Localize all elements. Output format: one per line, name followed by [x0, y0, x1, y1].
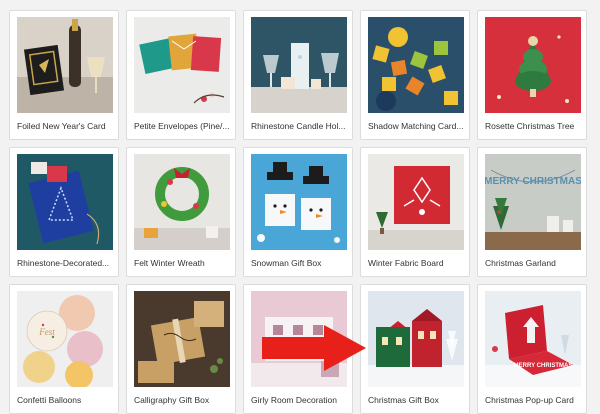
christmas-gift-box-image[interactable] — [368, 291, 464, 387]
envelopes-image[interactable] — [134, 17, 230, 113]
product-title[interactable]: Rosette Christmas Tree — [485, 120, 583, 132]
product-title[interactable]: Petite Envelopes (Pine/... — [134, 120, 232, 132]
product-card[interactable]: Petite Envelopes (Pine/... — [126, 10, 236, 140]
wreath-image[interactable] — [134, 154, 230, 250]
popup-card-text: MERRY CHRISTMAS — [514, 363, 573, 369]
garland-image[interactable]: MERRY CHRISTMAS — [485, 154, 581, 250]
product-card[interactable]: Winter Fabric Board — [360, 147, 470, 277]
product-title[interactable]: Girly Room Decoration — [251, 394, 349, 406]
product-card[interactable]: Rhinestone-Decorated... — [9, 147, 119, 277]
balloons-image[interactable]: Fest — [17, 291, 113, 387]
product-card[interactable]: Rhinestone Candle Hol... — [243, 10, 353, 140]
red-arrow-icon — [262, 325, 366, 371]
product-title[interactable]: Foiled New Year's Card — [17, 120, 115, 132]
gift-box-image[interactable] — [134, 291, 230, 387]
product-card[interactable]: Shadow Matching Card... — [360, 10, 470, 140]
product-title[interactable]: Christmas Garland — [485, 257, 583, 269]
product-title[interactable]: Rhinestone-Decorated... — [17, 257, 115, 269]
rhinestone-card-image[interactable] — [17, 154, 113, 250]
product-card[interactable]: Foiled New Year's Card — [9, 10, 119, 140]
snowman-box-image[interactable] — [251, 154, 347, 250]
product-title[interactable]: Felt Winter Wreath — [134, 257, 232, 269]
product-card[interactable]: MERRY CHRISTMAS Christmas Garland — [477, 147, 587, 277]
product-title[interactable]: Winter Fabric Board — [368, 257, 466, 269]
product-title[interactable]: Shadow Matching Card... — [368, 120, 466, 132]
product-card[interactable]: Rosette Christmas Tree — [477, 10, 587, 140]
popup-card-image[interactable]: MERRY CHRISTMAS — [485, 291, 581, 387]
product-card[interactable]: Christmas Gift Box — [360, 284, 470, 414]
balloon-text: Fest — [38, 327, 55, 337]
product-card[interactable]: Felt Winter Wreath — [126, 147, 236, 277]
product-card[interactable]: MERRY CHRISTMAS Christmas Pop-up Card — [477, 284, 587, 414]
fabric-board-image[interactable] — [368, 154, 464, 250]
rosette-tree-image[interactable] — [485, 17, 581, 113]
product-title[interactable]: Snowman Gift Box — [251, 257, 349, 269]
matching-cards-image[interactable] — [368, 17, 464, 113]
product-card[interactable]: Fest Confetti Balloons — [9, 284, 119, 414]
new-years-card-image[interactable] — [17, 17, 113, 113]
product-title[interactable]: Calligraphy Gift Box — [134, 394, 232, 406]
product-title[interactable]: Confetti Balloons — [17, 394, 115, 406]
product-title[interactable]: Christmas Gift Box — [368, 394, 466, 406]
product-card[interactable]: Calligraphy Gift Box — [126, 284, 236, 414]
candle-holder-image[interactable] — [251, 17, 347, 113]
garland-text: MERRY CHRISTMAS — [485, 176, 581, 187]
product-title[interactable]: Rhinestone Candle Hol... — [251, 120, 349, 132]
product-card[interactable]: Snowman Gift Box — [243, 147, 353, 277]
product-title[interactable]: Christmas Pop-up Card — [485, 394, 583, 406]
